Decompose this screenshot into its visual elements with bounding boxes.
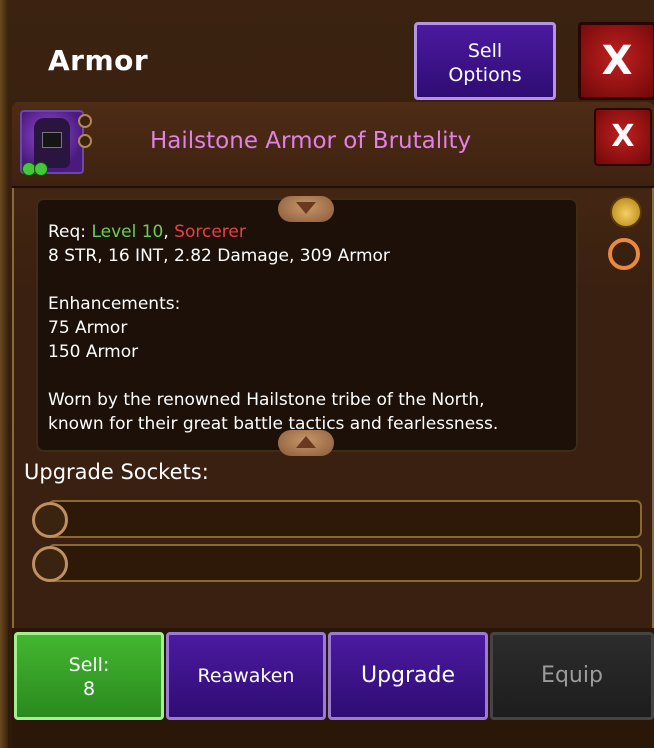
socket-gem-icon: [78, 114, 92, 128]
close-item-button[interactable]: X: [594, 108, 652, 166]
reawaken-button[interactable]: Reawaken: [166, 632, 326, 720]
enhancement-line: 75 Armor: [48, 318, 128, 338]
gold-bag-icon[interactable]: [610, 196, 642, 228]
req-level: Level 10: [91, 222, 164, 242]
req-label: Req:: [48, 222, 87, 242]
socket-gem-icon: [78, 134, 92, 148]
enhancements-label: Enhancements:: [48, 294, 181, 314]
requirements-line: Req: Level 10, Sorcerer: [48, 222, 246, 242]
item-name: Hailstone Armor of Brutality: [150, 128, 472, 154]
enhancement-line: 150 Armor: [48, 342, 139, 362]
upgrade-socket-slot[interactable]: [48, 500, 642, 538]
sell-options-label-line2: Options: [448, 64, 522, 86]
enhancement-gem-icon: [34, 162, 48, 176]
lore-line: known for their great battle tactics and…: [48, 414, 499, 434]
socket-circle-icon: [32, 502, 68, 538]
swap-arrows-icon[interactable]: [608, 238, 640, 270]
sell-options-button[interactable]: Sell Options: [414, 22, 556, 100]
req-class: Sorcerer: [174, 222, 246, 242]
close-window-button[interactable]: X: [578, 22, 654, 100]
sell-button[interactable]: Sell: 8: [14, 632, 164, 720]
stats-line: 8 STR, 16 INT, 2.82 Damage, 309 Armor: [48, 246, 390, 266]
chevron-down-icon: [296, 202, 316, 214]
sell-options-label-line1: Sell: [467, 40, 503, 62]
upgrade-socket-slot[interactable]: [48, 544, 642, 582]
lore-line: Worn by the renowned Hailstone tribe of …: [48, 390, 485, 410]
socket-circle-icon: [32, 546, 68, 582]
sell-label: Sell:: [68, 654, 110, 676]
equip-button[interactable]: Equip: [490, 632, 654, 720]
helmet-visor: [42, 132, 62, 148]
item-description: Req: Level 10, Sorcerer 8 STR, 16 INT, 2…: [48, 220, 568, 436]
upgrade-sockets-label: Upgrade Sockets:: [24, 460, 209, 484]
sell-price: 8: [82, 678, 96, 700]
category-title: Armor: [48, 44, 149, 77]
upgrade-button[interactable]: Upgrade: [328, 632, 488, 720]
chevron-up-icon: [296, 436, 316, 448]
scroll-up-handle[interactable]: [278, 196, 334, 222]
left-rail: [0, 0, 8, 748]
